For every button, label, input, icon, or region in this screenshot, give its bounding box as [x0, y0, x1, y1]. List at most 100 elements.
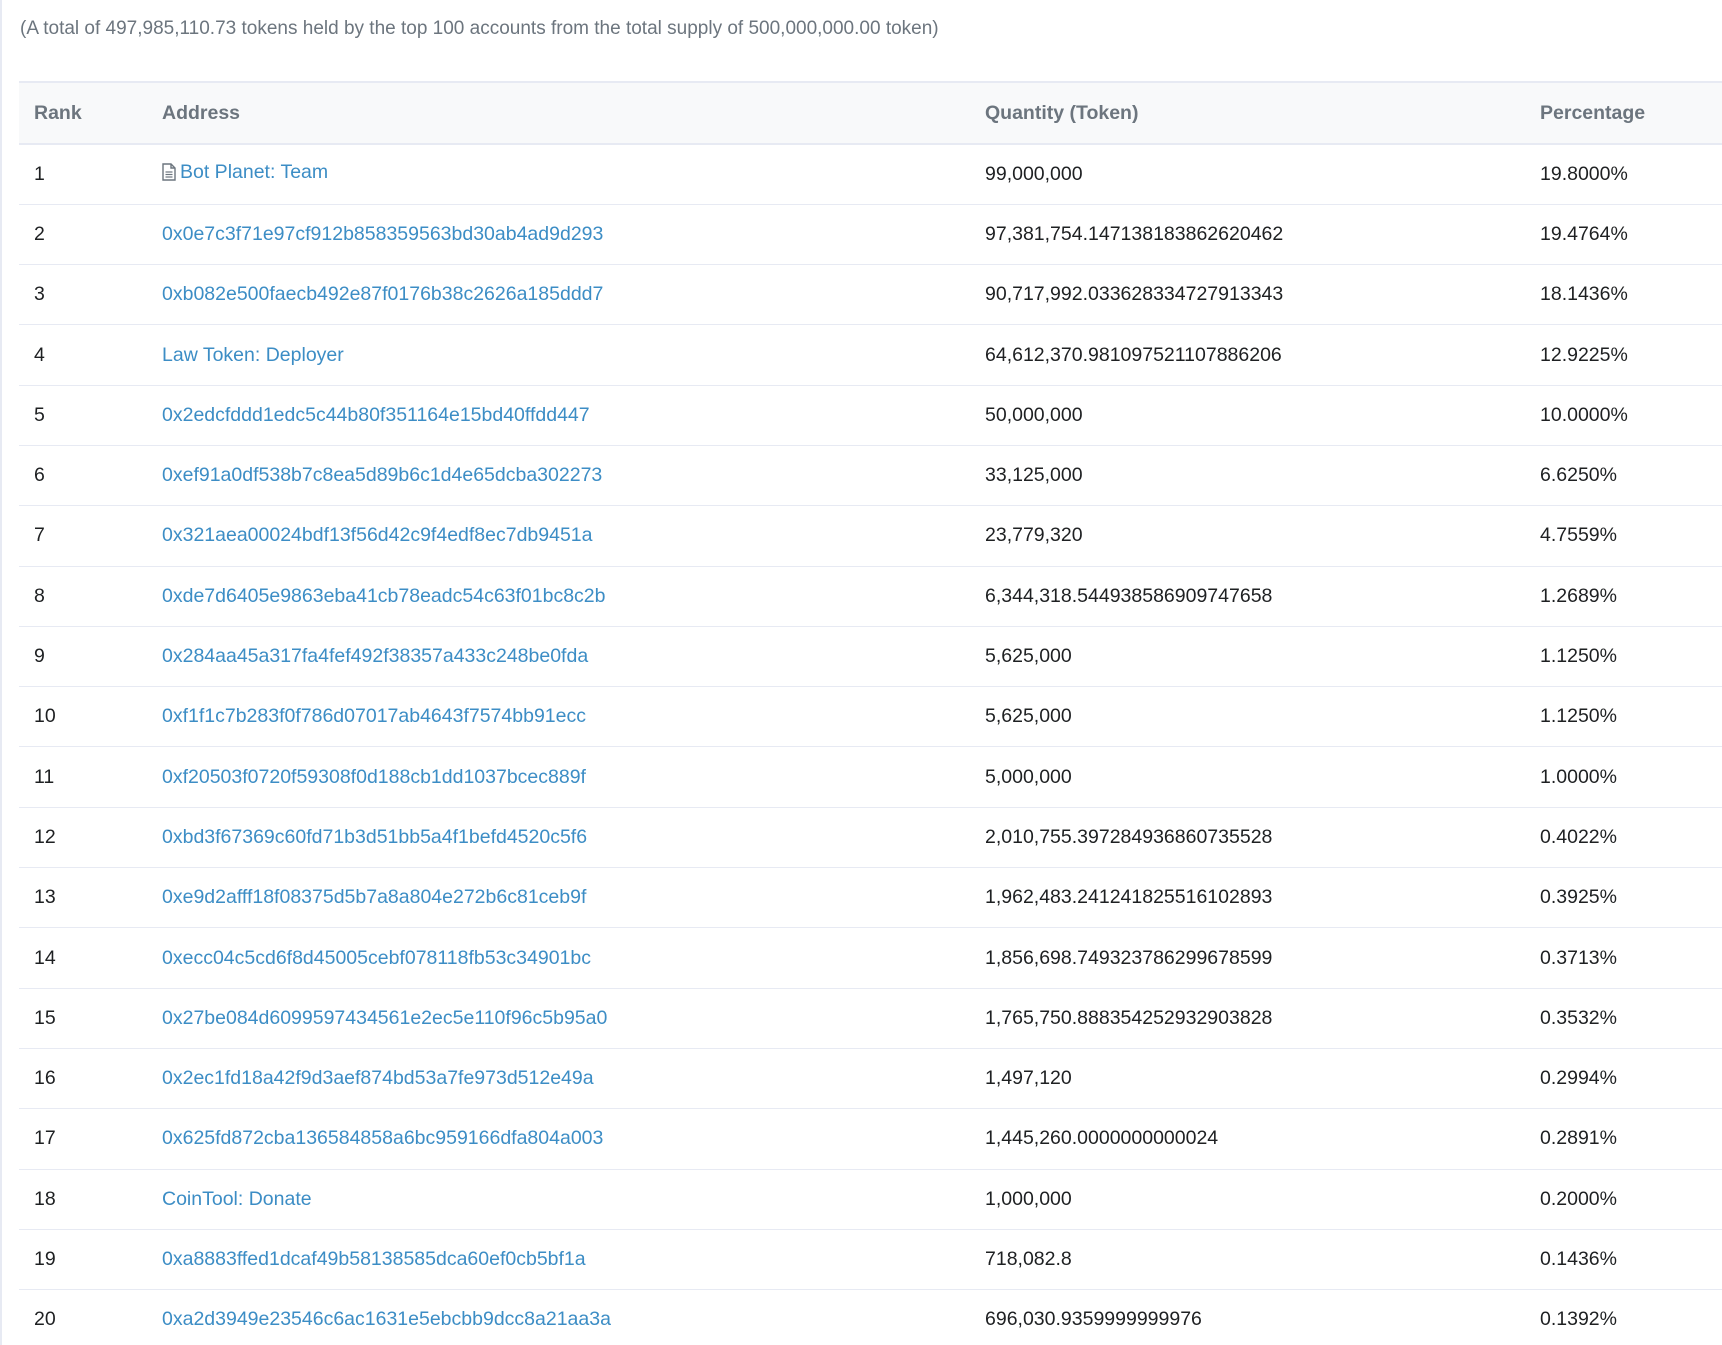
- holder-address-link[interactable]: Bot Planet: Team: [162, 161, 328, 183]
- holder-address-link[interactable]: CoinTool: Donate: [162, 1188, 312, 1210]
- percentage-cell: 1.0000%: [1540, 765, 1617, 788]
- quantity-cell: 64,612,370.981097521107886206: [985, 343, 1282, 366]
- percentage-cell: 0.1436%: [1540, 1247, 1617, 1270]
- rank-cell: 6: [34, 464, 45, 487]
- percentage-cell: 6.6250%: [1540, 464, 1617, 487]
- holder-address-link[interactable]: 0xe9d2afff18f08375d5b7a8a804e272b6c81ceb…: [162, 886, 586, 908]
- header-percentage: Percentage: [1540, 101, 1646, 124]
- header-rank: Rank: [34, 101, 82, 124]
- table-row: 12 0xbd3f67369c60fd71b3d51bb5a4f1befd4520…: [19, 807, 1722, 868]
- quantity-cell: 5,625,000: [985, 645, 1072, 668]
- holder-address-link[interactable]: 0xf20503f0720f59308f0d188cb1dd1037bcec88…: [162, 766, 586, 788]
- percentage-cell: 0.3925%: [1540, 886, 1617, 909]
- rank-cell: 2: [34, 222, 45, 245]
- holder-address-text: 0xecc04c5cd6f8d45005cebf078118fb53c34901…: [162, 946, 591, 969]
- percentage-cell: 0.2891%: [1540, 1127, 1617, 1150]
- address-cell: Bot Planet: Team: [147, 144, 970, 204]
- holder-address-link[interactable]: 0x27be084d6099597434561e2ec5e110f96c5b95…: [162, 1007, 607, 1029]
- holders-table-body: 1 Bot Planet: Team 99,000,000 19.8000% 2 0x0e…: [19, 144, 1722, 1345]
- address-cell: 0xf20503f0720f59308f0d188cb1dd1037bcec88…: [147, 747, 970, 807]
- table-row: 1 Bot Planet: Team 99,000,000 19.8000%: [19, 144, 1722, 205]
- holder-address-link[interactable]: 0xa2d3949e23546c6ac1631e5ebcbb9dcc8a21aa…: [162, 1308, 611, 1330]
- holders-summary: (A total of 497,985,110.73 tokens held b…: [20, 18, 939, 39]
- holder-address-link[interactable]: 0xde7d6405e9863eba41cb78eadc54c63f01bc8c…: [162, 585, 606, 607]
- table-row: 10 0xf1f1c7b283f0f786d07017ab4643f7574bb9…: [19, 687, 1722, 747]
- table-row: 18 CoinTool: Donate 1,000,000 0.2000%: [19, 1169, 1722, 1230]
- rank-cell: 15: [34, 1006, 56, 1029]
- quantity-cell: 99,000,000: [985, 162, 1083, 185]
- quantity-cell: 1,856,698.749323786299678599: [985, 946, 1273, 969]
- address-cell: 0x284aa45a317fa4fef492f38357a433c248be0f…: [147, 626, 970, 686]
- rank-cell: 18: [34, 1187, 56, 1210]
- table-row: 20 0xa2d3949e23546c6ac1631e5ebcbb9dcc8a21…: [19, 1290, 1722, 1345]
- holders-table: Rank Address Quantity (Token) Percentage…: [19, 81, 1722, 1345]
- address-cell: 0xb082e500faecb492e87f0176b38c2626a185dd…: [147, 265, 970, 325]
- table-row: 5 0x2edcfddd1edc5c44b80f351164e15bd40ffdd…: [19, 385, 1722, 446]
- holder-address-text: 0xef91a0df538b7c8ea5d89b6c1d4e65dcba3022…: [162, 464, 603, 487]
- holder-address-text: 0xa2d3949e23546c6ac1631e5ebcbb9dcc8a21aa…: [162, 1308, 611, 1331]
- holder-address-text: 0x625fd872cba136584858a6bc959166dfa804a0…: [162, 1127, 604, 1150]
- holder-address-text: 0x0e7c3f71e97cf912b858359563bd30ab4ad9d2…: [162, 222, 604, 245]
- quantity-cell: 97,381,754.147138183862620462: [985, 222, 1284, 245]
- holder-address-text: 0x2edcfddd1edc5c44b80f351164e15bd40ffdd4…: [162, 403, 590, 426]
- quantity-cell: 1,962,483.241241825516102893: [985, 886, 1273, 909]
- holder-address-link[interactable]: 0xb082e500faecb492e87f0176b38c2626a185dd…: [162, 283, 603, 305]
- percentage-cell: 19.4764%: [1540, 222, 1628, 245]
- holder-address-text: 0xbd3f67369c60fd71b3d51bb5a4f1befd4520c5…: [162, 825, 588, 848]
- rank-cell: 7: [34, 524, 45, 547]
- address-cell: 0xde7d6405e9863eba41cb78eadc54c63f01bc8c…: [147, 566, 970, 626]
- address-cell: 0x27be084d6099597434561e2ec5e110f96c5b95…: [147, 988, 970, 1048]
- quantity-cell: 2,010,755.397284936860735528: [985, 825, 1273, 848]
- address-cell: 0xbd3f67369c60fd71b3d51bb5a4f1befd4520c5…: [147, 807, 970, 867]
- table-row: 7 0x321aea00024bdf13f56d42c9f4edf8ec7db94…: [19, 506, 1722, 567]
- holder-address-link[interactable]: 0x284aa45a317fa4fef492f38357a433c248be0f…: [162, 645, 588, 667]
- rank-cell: 4: [34, 343, 45, 366]
- percentage-cell: 1.1250%: [1540, 645, 1617, 668]
- address-cell: CoinTool: Donate: [147, 1169, 970, 1229]
- holder-address-text: 0xf20503f0720f59308f0d188cb1dd1037bcec88…: [162, 765, 586, 788]
- holder-address-text: Law Token: Deployer: [162, 343, 344, 366]
- address-cell: 0x2edcfddd1edc5c44b80f351164e15bd40ffdd4…: [147, 385, 970, 445]
- address-cell: 0xa2d3949e23546c6ac1631e5ebcbb9dcc8a21aa…: [147, 1290, 970, 1345]
- address-cell: 0x2ec1fd18a42f9d3aef874bd53a7fe973d512e4…: [147, 1048, 970, 1108]
- quantity-cell: 6,344,318.544938586909747658: [985, 584, 1273, 607]
- holder-address-link[interactable]: 0xecc04c5cd6f8d45005cebf078118fb53c34901…: [162, 947, 591, 969]
- table-row: 9 0x284aa45a317fa4fef492f38357a433c248be0…: [19, 626, 1722, 687]
- holder-address-link[interactable]: 0x2ec1fd18a42f9d3aef874bd53a7fe973d512e4…: [162, 1067, 594, 1089]
- address-cell: 0xe9d2afff18f08375d5b7a8a804e272b6c81ceb…: [147, 868, 970, 928]
- holder-address-link[interactable]: 0x0e7c3f71e97cf912b858359563bd30ab4ad9d2…: [162, 223, 603, 245]
- percentage-cell: 1.1250%: [1540, 705, 1617, 728]
- holder-address-link[interactable]: 0xf1f1c7b283f0f786d07017ab4643f7574bb91e…: [162, 705, 586, 727]
- percentage-cell: 19.8000%: [1540, 162, 1628, 185]
- quantity-cell: 1,497,120: [985, 1067, 1072, 1090]
- holder-address-text: 0x284aa45a317fa4fef492f38357a433c248be0f…: [162, 645, 589, 668]
- address-cell: 0xecc04c5cd6f8d45005cebf078118fb53c34901…: [147, 928, 970, 988]
- holder-address-link[interactable]: 0xbd3f67369c60fd71b3d51bb5a4f1befd4520c5…: [162, 826, 587, 848]
- table-row: 2 0x0e7c3f71e97cf912b858359563bd30ab4ad9d…: [19, 204, 1722, 265]
- table-row: 11 0xf20503f0720f59308f0d188cb1dd1037bcec…: [19, 747, 1722, 808]
- holder-address-link[interactable]: 0x625fd872cba136584858a6bc959166dfa804a0…: [162, 1127, 603, 1149]
- rank-cell: 13: [34, 886, 56, 909]
- header-address: Address: [162, 101, 241, 124]
- holder-address-link[interactable]: 0x321aea00024bdf13f56d42c9f4edf8ec7db945…: [162, 524, 593, 546]
- holder-address-link[interactable]: Law Token: Deployer: [162, 344, 344, 366]
- percentage-cell: 0.3713%: [1540, 946, 1617, 969]
- holder-address-link[interactable]: 0xef91a0df538b7c8ea5d89b6c1d4e65dcba3022…: [162, 464, 602, 486]
- quantity-cell: 1,000,000: [985, 1187, 1072, 1210]
- table-row: 13 0xe9d2afff18f08375d5b7a8a804e272b6c81c…: [19, 868, 1722, 928]
- rank-cell: 10: [34, 705, 56, 728]
- percentage-cell: 0.4022%: [1540, 825, 1617, 848]
- table-row: 3 0xb082e500faecb492e87f0176b38c2626a185d…: [19, 265, 1722, 325]
- percentage-cell: 0.1392%: [1540, 1308, 1617, 1331]
- table-row: 17 0x625fd872cba136584858a6bc959166dfa804…: [19, 1109, 1722, 1170]
- quantity-cell: 50,000,000: [985, 403, 1083, 426]
- table-row: 19 0xa8883ffed1dcaf49b58138585dca60ef0cb5…: [19, 1229, 1722, 1290]
- holder-address-link[interactable]: 0x2edcfddd1edc5c44b80f351164e15bd40ffdd4…: [162, 404, 590, 426]
- table-row: 15 0x27be084d6099597434561e2ec5e110f96c5b…: [19, 988, 1722, 1049]
- table-row: 14 0xecc04c5cd6f8d45005cebf078118fb53c349…: [19, 928, 1722, 989]
- percentage-cell: 10.0000%: [1540, 403, 1628, 426]
- holder-address-text: 0x27be084d6099597434561e2ec5e110f96c5b95…: [162, 1006, 608, 1029]
- holder-address-link[interactable]: 0xa8883ffed1dcaf49b58138585dca60ef0cb5bf…: [162, 1248, 586, 1270]
- rank-cell: 9: [34, 645, 45, 668]
- holders-table-container: Rank Address Quantity (Token) Percentage…: [19, 81, 1722, 1345]
